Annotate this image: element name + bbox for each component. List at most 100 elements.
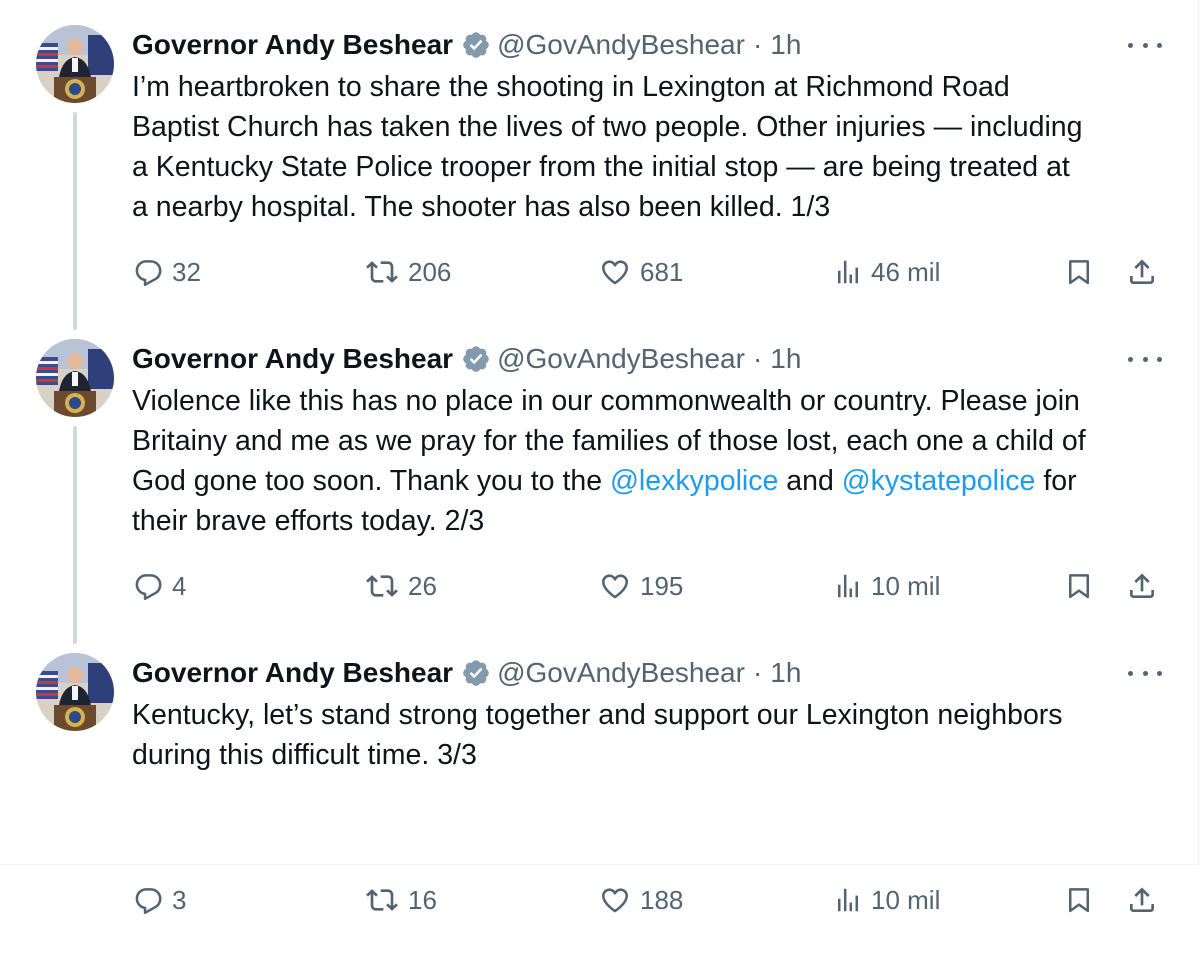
tweet-text-line: Baptist Church has taken the lives of tw… xyxy=(132,107,1172,147)
bookmark-icon xyxy=(1064,884,1094,916)
repost-button[interactable]: 206 xyxy=(364,252,451,292)
text-segment: God gone too soon. Thank you to the xyxy=(132,465,610,497)
like-count: 195 xyxy=(640,570,684,601)
text-segment: during this difficult time. 3/3 xyxy=(132,739,477,771)
separator-dot: · xyxy=(752,29,763,60)
verified-badge-icon xyxy=(453,30,497,60)
like-icon xyxy=(598,256,632,288)
reply-count: 32 xyxy=(172,256,201,287)
tweet-header: Governor Andy Beshear @GovAndyBeshear · 1h xyxy=(132,653,801,693)
reply-count: 3 xyxy=(172,884,187,915)
separator-dot: · xyxy=(752,657,763,688)
verified-badge-icon xyxy=(453,344,497,374)
text-segment: for xyxy=(1035,465,1077,497)
views-icon xyxy=(833,257,863,287)
like-count: 188 xyxy=(640,884,684,915)
repost-icon xyxy=(364,256,400,288)
more-icon[interactable] xyxy=(1128,33,1162,57)
text-segment: Kentucky, let’s stand strong together an… xyxy=(132,699,1063,731)
tweet-text: Violence like this has no place in our c… xyxy=(132,381,1172,541)
action-bar: 4 26 195 10 mil xyxy=(0,566,1200,606)
repost-button[interactable]: 26 xyxy=(364,566,437,606)
text-segment: Baptist Church has taken the lives of tw… xyxy=(132,111,1083,143)
text-segment: a Kentucky State Police trooper from the… xyxy=(132,151,1070,183)
mention-link[interactable]: @kystatepolice xyxy=(842,465,1036,497)
tweet[interactable]: Governor Andy Beshear @GovAndyBeshear · 1h K… xyxy=(0,653,1200,953)
views-icon xyxy=(833,571,863,601)
like-count: 681 xyxy=(640,256,684,287)
tweet-text-line: a nearby hospital. The shooter has also … xyxy=(132,187,1172,227)
text-segment: their brave efforts today. 2/3 xyxy=(132,505,485,537)
views-count: 10 mil xyxy=(871,884,941,915)
author-name[interactable]: Governor Andy Beshear xyxy=(132,29,453,61)
share-button[interactable] xyxy=(1126,566,1158,606)
tweet-text-line: during this difficult time. 3/3 xyxy=(132,735,1172,775)
action-bar: 32 206 681 46 mil xyxy=(0,252,1200,292)
like-button[interactable]: 188 xyxy=(598,880,683,920)
repost-button[interactable]: 16 xyxy=(364,880,437,920)
more-icon[interactable] xyxy=(1128,661,1162,685)
views-icon xyxy=(833,885,863,915)
timestamp[interactable]: 1h xyxy=(770,29,801,61)
tweet-text: I’m heartbroken to share the shooting in… xyxy=(132,67,1172,227)
reply-button[interactable]: 4 xyxy=(132,566,186,606)
text-segment: Violence like this has no place in our c… xyxy=(132,385,1080,417)
bookmark-button[interactable] xyxy=(1064,880,1094,920)
reply-button[interactable]: 32 xyxy=(132,252,201,292)
text-segment: I’m heartbroken to share the shooting in… xyxy=(132,71,1010,103)
tweet-text-line: God gone too soon. Thank you to the @lex… xyxy=(132,461,1172,501)
avatar[interactable] xyxy=(36,339,114,417)
tweet-header: Governor Andy Beshear @GovAndyBeshear · 1h xyxy=(132,25,801,65)
share-icon xyxy=(1126,256,1158,288)
reply-icon xyxy=(132,884,164,916)
like-button[interactable]: 195 xyxy=(598,566,683,606)
tweet-header: Governor Andy Beshear @GovAndyBeshear · 1h xyxy=(132,339,801,379)
like-icon xyxy=(598,570,632,602)
share-button[interactable] xyxy=(1126,880,1158,920)
reply-icon xyxy=(132,256,164,288)
share-icon xyxy=(1126,884,1158,916)
tweet-text-line: I’m heartbroken to share the shooting in… xyxy=(132,67,1172,107)
tweet[interactable]: Governor Andy Beshear @GovAndyBeshear · 1h I… xyxy=(0,25,1200,325)
author-handle[interactable]: @GovAndyBeshear xyxy=(497,657,745,689)
more-icon[interactable] xyxy=(1128,347,1162,371)
tweet-text-line: their brave efforts today. 2/3 xyxy=(132,501,1172,541)
tweet-text-line: Violence like this has no place in our c… xyxy=(132,381,1172,421)
action-bar: 3 16 188 10 mil xyxy=(0,880,1200,920)
separator-dot: · xyxy=(752,343,763,374)
repost-icon xyxy=(364,884,400,916)
text-segment: and xyxy=(778,465,842,497)
views-button[interactable]: 10 mil xyxy=(833,880,940,920)
share-icon xyxy=(1126,570,1158,602)
views-button[interactable]: 10 mil xyxy=(833,566,940,606)
text-segment: a nearby hospital. The shooter has also … xyxy=(132,191,831,223)
reply-count: 4 xyxy=(172,570,187,601)
bookmark-icon xyxy=(1064,570,1094,602)
avatar[interactable] xyxy=(36,25,114,103)
author-name[interactable]: Governor Andy Beshear xyxy=(132,343,453,375)
mention-link[interactable]: @lexkypolice xyxy=(610,465,778,497)
repost-count: 206 xyxy=(408,256,452,287)
like-button[interactable]: 681 xyxy=(598,252,683,292)
text-segment: Britainy and me as we pray for the famil… xyxy=(132,425,1086,457)
reply-button[interactable]: 3 xyxy=(132,880,186,920)
bookmark-icon xyxy=(1064,256,1094,288)
tweet[interactable]: Governor Andy Beshear @GovAndyBeshear · 1h V… xyxy=(0,339,1200,639)
author-handle[interactable]: @GovAndyBeshear xyxy=(497,343,745,375)
views-count: 46 mil xyxy=(871,256,941,287)
author-name[interactable]: Governor Andy Beshear xyxy=(132,657,453,689)
avatar[interactable] xyxy=(36,653,114,731)
repost-icon xyxy=(364,570,400,602)
timestamp[interactable]: 1h xyxy=(770,657,801,689)
author-handle[interactable]: @GovAndyBeshear xyxy=(497,29,745,61)
repost-count: 16 xyxy=(408,884,437,915)
views-count: 10 mil xyxy=(871,570,941,601)
bookmark-button[interactable] xyxy=(1064,252,1094,292)
share-button[interactable] xyxy=(1126,252,1158,292)
reply-icon xyxy=(132,570,164,602)
timestamp[interactable]: 1h xyxy=(770,343,801,375)
tweet-text: Kentucky, let’s stand strong together an… xyxy=(132,695,1172,775)
tweet-text-line: a Kentucky State Police trooper from the… xyxy=(132,147,1172,187)
views-button[interactable]: 46 mil xyxy=(833,252,940,292)
bookmark-button[interactable] xyxy=(1064,566,1094,606)
